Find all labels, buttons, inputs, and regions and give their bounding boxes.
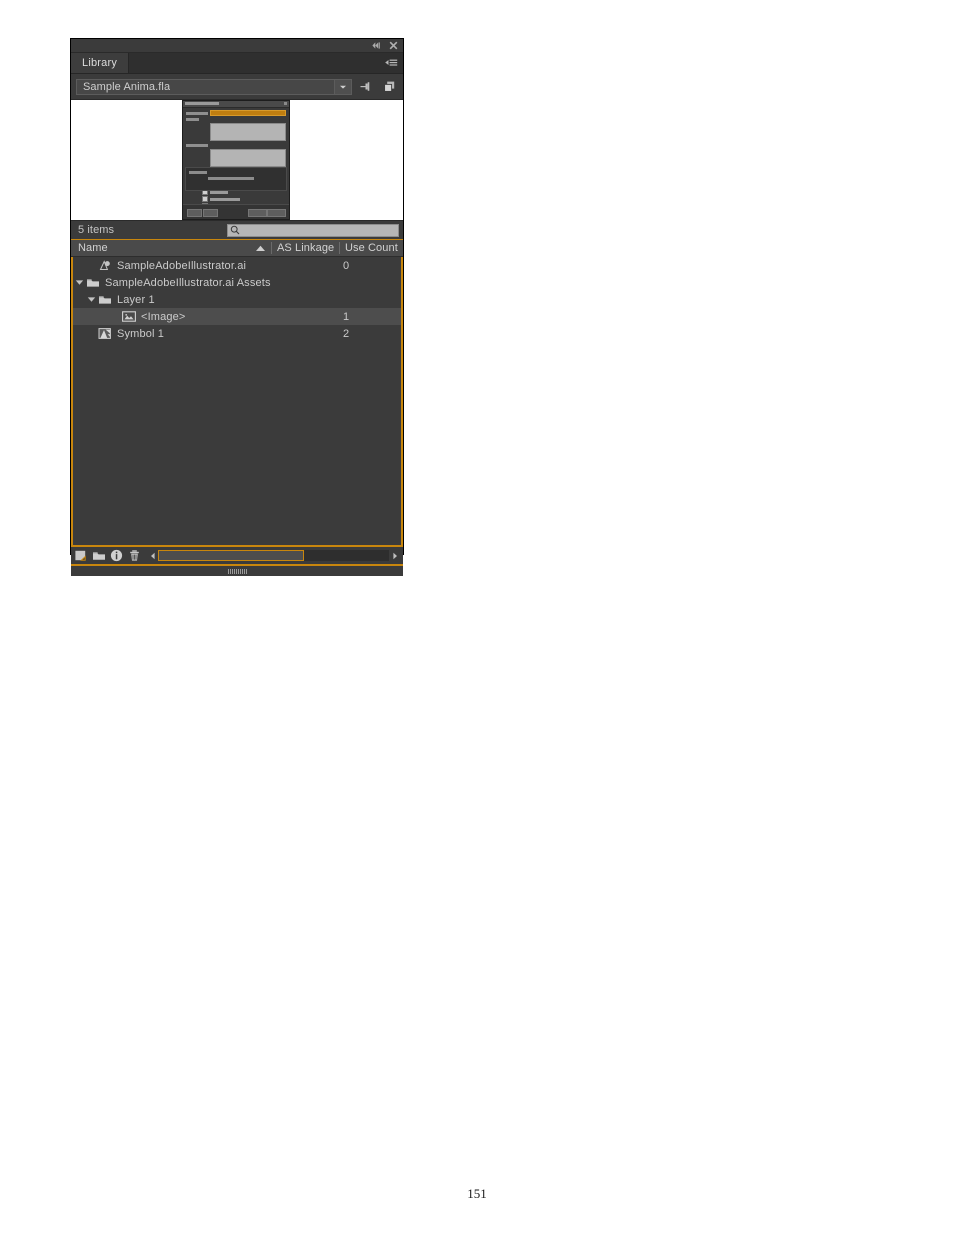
preview-thumb-sublist (185, 167, 287, 191)
preview-thumb-button (187, 209, 202, 217)
library-status-row: 5 items (71, 220, 403, 239)
list-item-label: <Image> (141, 310, 186, 323)
page: Library Sample Anima.fla 5 items Name AS… (0, 0, 954, 1235)
preview-thumb-button (203, 209, 218, 217)
column-header-as-linkage-label: AS Linkage (277, 242, 335, 254)
preview-thumb-row (186, 118, 286, 121)
scroll-right-arrow-icon[interactable] (389, 549, 400, 562)
column-header-use-count[interactable]: Use Count (340, 242, 403, 254)
tab-library-label: Library (82, 57, 118, 69)
scroll-left-arrow-icon[interactable] (147, 549, 158, 562)
page-number: 151 (467, 1186, 487, 1201)
preview-thumb-label (186, 111, 208, 115)
duplicate-panels-icon[interactable] (381, 78, 398, 95)
preview-thumb-body (183, 108, 289, 212)
movie-clip-symbol-icon (97, 327, 113, 340)
disclosure-triangle-expanded-icon[interactable] (85, 296, 97, 303)
list-item[interactable]: Symbol 1 2 (73, 325, 401, 342)
list-item-label: Layer 1 (117, 293, 155, 306)
list-item-use-count: 2 (343, 327, 350, 340)
titlebar-icon-group (370, 40, 399, 51)
list-item[interactable]: SampleAdobeIllustrator.ai 0 (73, 257, 401, 274)
column-header-as-linkage[interactable]: AS Linkage (272, 242, 339, 254)
list-item-label: Symbol 1 (117, 327, 165, 340)
library-item-list[interactable]: SampleAdobeIllustrator.ai 0 SampleAdobeI… (71, 257, 403, 545)
panel-resize-grip[interactable] (71, 564, 403, 576)
column-header-use-count-label: Use Count (345, 242, 398, 254)
search-input[interactable] (242, 224, 398, 236)
preview-thumb-row (186, 110, 286, 116)
preview-thumb-listbox (210, 123, 286, 141)
pin-icon[interactable] (358, 78, 375, 95)
preview-thumb-checkbox (202, 196, 208, 202)
new-symbol-icon[interactable] (73, 548, 88, 563)
list-item-use-count: 1 (343, 310, 350, 323)
sort-ascending-icon[interactable] (255, 245, 266, 252)
list-item[interactable]: SampleAdobeIllustrator.ai Assets (73, 274, 401, 291)
preview-thumb-sublist-row (208, 177, 254, 180)
preview-thumb-button (248, 209, 267, 217)
chevron-down-icon[interactable] (334, 79, 351, 94)
preview-thumbnail-image (182, 100, 290, 220)
library-bottom-toolbar (71, 545, 403, 564)
item-preview-area[interactable] (71, 99, 403, 220)
folder-icon (97, 294, 113, 306)
graphic-symbol-icon (97, 259, 113, 272)
bitmap-image-icon (121, 311, 137, 322)
document-selector-value: Sample Anima.fla (83, 80, 171, 93)
new-folder-icon[interactable] (91, 548, 106, 563)
preview-thumb-footer (183, 204, 289, 219)
preview-thumb-button (267, 209, 286, 217)
list-item[interactable]: Layer 1 (73, 291, 401, 308)
document-selector-row: Sample Anima.fla (71, 74, 403, 99)
grip-lines-icon (227, 568, 247, 574)
preview-thumb-label (186, 144, 208, 147)
preview-thumb-close-icon (284, 102, 287, 105)
list-column-headers: Name AS Linkage Use Count (71, 239, 403, 257)
preview-thumb-listbox (210, 149, 286, 167)
preview-thumb-label (186, 118, 199, 121)
preview-thumb-sublist-row (189, 171, 207, 174)
panel-titlebar (71, 39, 403, 53)
list-item-label: SampleAdobeIllustrator.ai Assets (105, 276, 271, 289)
search-icon (228, 225, 242, 235)
panel-tab-bar: Library (71, 53, 403, 74)
column-header-name-label: Name (78, 242, 108, 254)
items-count-label: 5 items (78, 224, 115, 236)
column-header-name[interactable]: Name (71, 240, 271, 256)
preview-thumb-title-text (185, 102, 219, 105)
preview-thumb-checkbox-row (202, 196, 286, 202)
document-selector[interactable]: Sample Anima.fla (76, 78, 352, 95)
list-item-label: SampleAdobeIllustrator.ai (117, 259, 247, 272)
search-box[interactable] (227, 223, 399, 237)
info-properties-icon[interactable] (109, 548, 124, 563)
panel-menu-icon[interactable] (384, 57, 398, 69)
collapse-to-icons-icon[interactable] (370, 40, 381, 51)
preview-thumb-titlebar (183, 101, 289, 108)
scrollbar-thumb[interactable] (158, 550, 304, 561)
library-panel: Library Sample Anima.fla 5 items Name AS… (70, 38, 404, 576)
preview-thumb-row (186, 144, 286, 147)
list-item[interactable]: <Image> 1 (73, 308, 401, 325)
trash-delete-icon[interactable] (127, 548, 142, 563)
horizontal-scrollbar[interactable] (147, 549, 400, 562)
scrollbar-track[interactable] (158, 550, 389, 561)
folder-icon (85, 277, 101, 289)
close-icon[interactable] (388, 40, 399, 51)
tab-library[interactable]: Library (71, 53, 130, 73)
list-item-use-count: 0 (343, 259, 350, 272)
preview-thumb-field-highlighted (210, 110, 286, 116)
preview-thumb-label (210, 197, 240, 201)
disclosure-triangle-expanded-icon[interactable] (73, 279, 85, 286)
